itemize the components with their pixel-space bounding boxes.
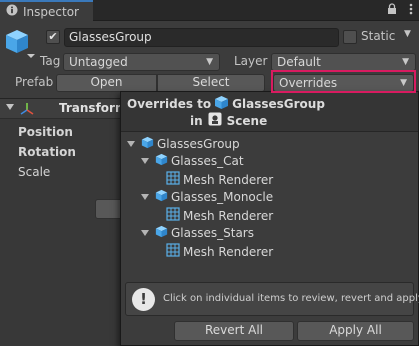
- popup-header: Overrides to GlassesGroup in Scene: [121, 92, 418, 132]
- tree-item-label: Mesh Renderer: [183, 172, 274, 187]
- scale-label: Scale: [18, 165, 51, 179]
- layer-label: Layer: [234, 54, 268, 68]
- foldout-arrow-icon[interactable]: [141, 158, 149, 164]
- transform-title: Transform: [59, 101, 128, 115]
- tree-item[interactable]: Glasses_Monocle: [141, 189, 273, 205]
- revert-all-button[interactable]: Revert All: [174, 321, 294, 341]
- mesh-renderer-icon: [166, 171, 180, 188]
- tab-inspector[interactable]: Inspector: [0, 0, 93, 21]
- position-label: Position: [18, 125, 73, 139]
- mesh-renderer-icon: [166, 243, 180, 260]
- popup-scene-label: Scene: [226, 113, 268, 128]
- tree-item-label: Glasses_Cat: [171, 154, 244, 168]
- exclamation-icon: !: [132, 288, 155, 311]
- object-name-field[interactable]: GlassesGroup: [64, 28, 339, 47]
- tree-item[interactable]: Glasses_Cat: [141, 153, 244, 169]
- popup-title-object: GlassesGroup: [232, 97, 325, 111]
- mesh-renderer-icon: [166, 207, 180, 224]
- tree-item[interactable]: GlassesGroup: [127, 136, 240, 152]
- static-dropdown-arrow[interactable]: ▼: [404, 29, 411, 39]
- overrides-popup: Overrides to GlassesGroup in Scene Glass…: [120, 91, 419, 346]
- tab-bar: Inspector: [0, 0, 419, 21]
- tree-item-label: Glasses_Stars: [171, 226, 254, 240]
- cube-icon: [155, 153, 168, 169]
- popup-title-prefix: Overrides to: [127, 97, 212, 111]
- scene-icon: [208, 112, 222, 129]
- tree-item[interactable]: Mesh Renderer: [166, 171, 273, 188]
- tree-item[interactable]: Mesh Renderer: [166, 207, 273, 224]
- prefab-label: Prefab: [15, 75, 54, 89]
- chevron-down-icon: ▼: [402, 57, 409, 67]
- tag-value: Untagged: [69, 55, 128, 69]
- prefab-open-button[interactable]: Open: [56, 74, 157, 92]
- chevron-down-icon: ▼: [206, 57, 213, 67]
- cube-icon: [155, 189, 168, 205]
- lock-icon[interactable]: [387, 3, 397, 18]
- cube-icon: [141, 136, 154, 152]
- tree-item-label: Mesh Renderer: [183, 208, 274, 223]
- prefab-select-button[interactable]: Select: [157, 74, 265, 92]
- overrides-highlight-frame: [271, 70, 416, 93]
- info-icon: [6, 4, 18, 19]
- tab-title: Inspector: [23, 4, 79, 19]
- static-label: Static: [361, 29, 396, 43]
- tag-label: Tag: [40, 54, 61, 68]
- foldout-arrow-icon[interactable]: [127, 141, 135, 147]
- rotation-label: Rotation: [18, 145, 76, 159]
- info-help-box: ! Click on individual items to review, r…: [125, 282, 419, 316]
- transform-axes-icon: [20, 102, 34, 119]
- layer-value: Default: [277, 55, 321, 69]
- tree-item[interactable]: Glasses_Stars: [141, 225, 254, 241]
- tree-item-label: Glasses_Monocle: [171, 190, 274, 204]
- gameobject-cube-icon[interactable]: [4, 27, 38, 64]
- static-checkbox[interactable]: [343, 30, 357, 44]
- tree-item-label: GlassesGroup: [157, 137, 240, 151]
- cube-icon: [155, 225, 168, 241]
- info-text: Click on individual items to review, rev…: [163, 293, 419, 304]
- tree-item[interactable]: Mesh Renderer: [166, 243, 273, 260]
- apply-all-button[interactable]: Apply All: [297, 321, 414, 341]
- tag-dropdown[interactable]: Untagged ▼: [63, 53, 220, 71]
- active-toggle[interactable]: ✔: [46, 30, 60, 44]
- foldout-arrow-icon[interactable]: [141, 230, 149, 236]
- foldout-arrow-icon[interactable]: [6, 104, 14, 110]
- popup-in-label: in: [190, 113, 203, 128]
- foldout-arrow-icon[interactable]: [141, 194, 149, 200]
- layer-dropdown[interactable]: Default ▼: [271, 53, 416, 71]
- tree-item-label: Mesh Renderer: [183, 244, 274, 259]
- cube-icon: [214, 95, 229, 113]
- more-options-icon[interactable]: [409, 3, 413, 18]
